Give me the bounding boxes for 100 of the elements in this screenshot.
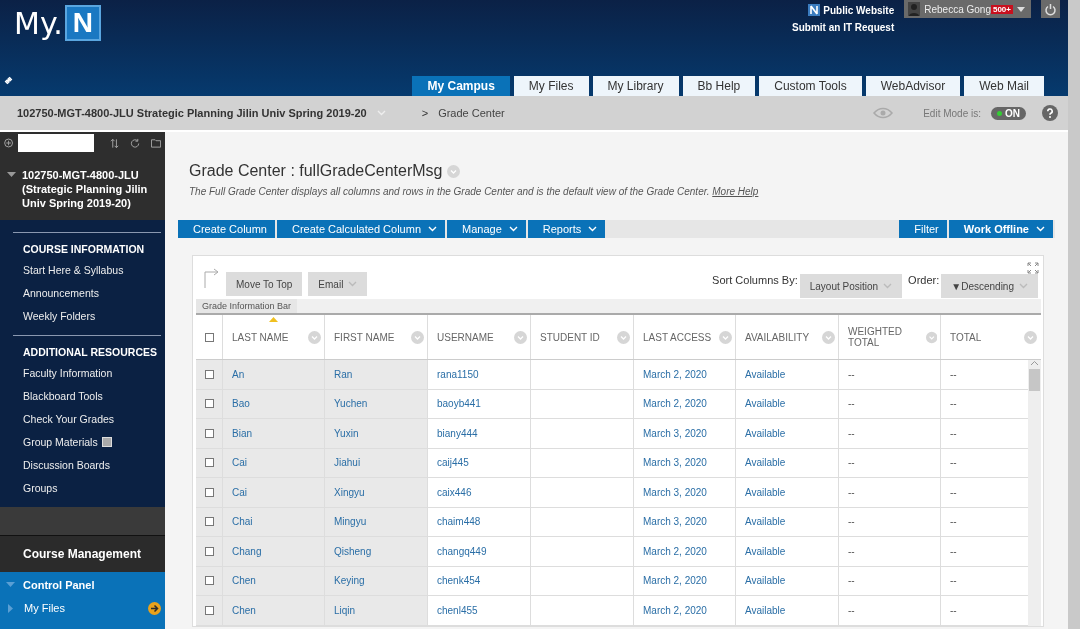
row-checkbox[interactable] bbox=[204, 546, 214, 556]
nav-tab[interactable]: My Files bbox=[513, 76, 589, 96]
table-cell[interactable]: Bian bbox=[232, 427, 252, 439]
sidebar-link[interactable]: Group Materials bbox=[23, 435, 98, 448]
column-header[interactable]: FIRST NAME bbox=[334, 331, 395, 343]
table-cell[interactable]: Available bbox=[745, 486, 786, 498]
table-cell[interactable]: March 3, 2020 bbox=[643, 516, 707, 528]
order-dropdown[interactable]: ▼Descending bbox=[941, 274, 1038, 298]
toolbar-button[interactable]: Reports bbox=[527, 220, 606, 238]
row-checkbox[interactable] bbox=[204, 576, 214, 586]
table-cell[interactable]: March 2, 2020 bbox=[643, 398, 707, 410]
table-cell[interactable]: March 3, 2020 bbox=[643, 457, 707, 469]
row-checkbox[interactable] bbox=[204, 369, 214, 379]
arrow-icon[interactable] bbox=[148, 601, 161, 615]
sidebar-link[interactable]: Check Your Grades bbox=[13, 407, 115, 430]
column-header[interactable]: LAST NAME bbox=[232, 331, 289, 343]
row-checkbox[interactable] bbox=[204, 605, 214, 615]
table-cell[interactable]: Available bbox=[745, 427, 786, 439]
refresh-icon[interactable] bbox=[129, 137, 140, 149]
select-all-checkbox[interactable] bbox=[204, 332, 214, 342]
table-cell[interactable]: Bao bbox=[232, 398, 250, 410]
table-cell[interactable]: Jiahui bbox=[334, 457, 361, 469]
table-cell[interactable]: March 2, 2020 bbox=[643, 545, 707, 557]
table-cell[interactable]: biany444 bbox=[437, 427, 478, 439]
nav-tab[interactable]: My Library bbox=[592, 76, 679, 96]
column-header[interactable]: TOTAL bbox=[950, 331, 982, 343]
power-button[interactable] bbox=[1041, 0, 1060, 18]
sidebar-link[interactable]: Blackboard Tools bbox=[13, 384, 103, 407]
scrollbar-thumb[interactable] bbox=[1029, 369, 1040, 391]
toolbar-button[interactable]: Manage bbox=[447, 220, 526, 238]
table-cell[interactable]: Yuchen bbox=[334, 398, 368, 410]
grid-action-button[interactable]: Move To Top bbox=[226, 272, 303, 296]
search-field[interactable] bbox=[18, 134, 95, 152]
row-checkbox[interactable] bbox=[204, 399, 214, 409]
table-cell[interactable]: chenk454 bbox=[437, 575, 481, 587]
table-cell[interactable]: Ran bbox=[334, 368, 353, 380]
sidebar-link[interactable]: Start Here & Syllabus bbox=[13, 258, 124, 281]
table-cell[interactable]: Chen bbox=[232, 604, 256, 616]
expand-icon[interactable] bbox=[1027, 262, 1039, 274]
toolbar-button[interactable]: Create Column bbox=[178, 220, 275, 238]
table-cell[interactable]: Available bbox=[745, 398, 786, 410]
help-link[interactable]: More Help bbox=[712, 186, 759, 197]
column-header[interactable]: LAST ACCESS bbox=[643, 331, 712, 343]
page-scrollbar[interactable] bbox=[1068, 0, 1080, 629]
table-cell[interactable]: chaim448 bbox=[437, 516, 481, 528]
row-checkbox[interactable] bbox=[204, 487, 214, 497]
course-breadcrumb[interactable]: 102750-MGT-4800-JLU Strategic Planning Jilin Univ Spring 2019-20 bbox=[17, 107, 367, 119]
table-cell[interactable]: Available bbox=[745, 516, 786, 528]
table-cell[interactable]: Keying bbox=[334, 575, 365, 587]
add-icon[interactable] bbox=[4, 138, 14, 148]
grid-action-button[interactable]: Email bbox=[308, 272, 368, 296]
toolbar-button[interactable]: Work Offline bbox=[948, 220, 1053, 238]
table-cell[interactable]: chenl455 bbox=[437, 604, 478, 616]
sort-dropdown[interactable]: Layout Position bbox=[799, 274, 903, 298]
table-cell[interactable]: Available bbox=[745, 545, 786, 557]
column-header[interactable]: USERNAME bbox=[437, 331, 494, 343]
table-cell[interactable]: Chen bbox=[232, 575, 256, 587]
table-cell[interactable]: Xingyu bbox=[334, 486, 365, 498]
column-header[interactable]: AVAILABILITY bbox=[745, 331, 810, 343]
table-cell[interactable]: March 2, 2020 bbox=[643, 368, 707, 380]
table-cell[interactable]: Liqin bbox=[334, 604, 356, 616]
table-cell[interactable]: changq449 bbox=[437, 545, 487, 557]
column-header[interactable]: STUDENT ID bbox=[540, 331, 600, 343]
sidebar-link[interactable]: Groups bbox=[13, 476, 58, 499]
control-panel-label[interactable]: Control Panel bbox=[23, 579, 95, 591]
row-checkbox[interactable] bbox=[204, 428, 214, 438]
table-cell[interactable]: Cai bbox=[232, 486, 247, 498]
table-cell[interactable]: Available bbox=[745, 604, 786, 616]
user-menu[interactable]: Rebecca Gong 500+ bbox=[904, 0, 1031, 18]
table-cell[interactable]: Chang bbox=[232, 545, 262, 557]
table-cell[interactable]: Qisheng bbox=[334, 545, 372, 557]
sidebar-link[interactable]: Announcements bbox=[13, 281, 99, 304]
it-request-link[interactable]: Submit an IT Request bbox=[792, 22, 895, 33]
nav-tab[interactable]: WebAdvisor bbox=[865, 76, 961, 96]
column-header[interactable]: WEIGHTED TOTAL bbox=[848, 326, 926, 348]
table-cell[interactable]: Mingyu bbox=[334, 516, 367, 528]
table-cell[interactable]: March 3, 2020 bbox=[643, 486, 707, 498]
nav-tab[interactable]: Web Mail bbox=[964, 76, 1044, 96]
table-cell[interactable]: Available bbox=[745, 575, 786, 587]
table-cell[interactable]: Chai bbox=[232, 516, 253, 528]
table-cell[interactable]: Available bbox=[745, 368, 786, 380]
sort-icon[interactable] bbox=[109, 137, 119, 149]
toolbar-button[interactable]: Create Calculated Column bbox=[277, 220, 445, 238]
table-cell[interactable]: March 2, 2020 bbox=[643, 604, 707, 616]
table-cell[interactable]: Available bbox=[745, 457, 786, 469]
public-website-link[interactable]: Public Website bbox=[808, 4, 895, 16]
help-icon[interactable] bbox=[1042, 105, 1058, 121]
edit-mode-toggle[interactable]: ON bbox=[991, 106, 1026, 120]
toolbar-button[interactable]: Filter bbox=[899, 220, 947, 238]
nav-tab[interactable]: Bb Help bbox=[682, 76, 756, 96]
table-cell[interactable]: Cai bbox=[232, 457, 247, 469]
table-cell[interactable]: Yuxin bbox=[334, 427, 359, 439]
table-cell[interactable]: caix446 bbox=[437, 486, 472, 498]
table-cell[interactable]: An bbox=[232, 368, 245, 380]
link-icon[interactable] bbox=[4, 76, 13, 85]
sidebar-link[interactable]: Discussion Boards bbox=[13, 453, 110, 476]
row-checkbox[interactable] bbox=[204, 517, 214, 527]
table-cell[interactable]: baoyb441 bbox=[437, 398, 481, 410]
caret-icon[interactable] bbox=[7, 172, 16, 178]
table-cell[interactable]: rana1150 bbox=[437, 368, 479, 380]
